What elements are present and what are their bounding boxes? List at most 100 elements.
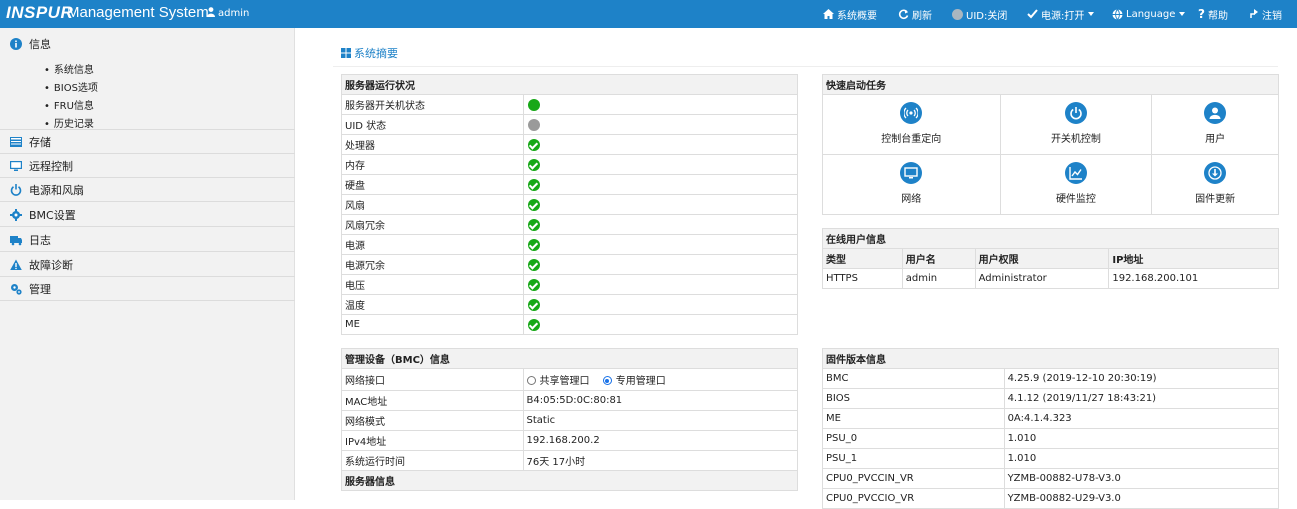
quick-task-label: 硬件监控 [1055, 194, 1096, 205]
sidebar-item-remote-control[interactable]: 远程控制 [0, 154, 295, 178]
sidebar-item-bmc-settings[interactable]: BMC设置 [0, 203, 295, 227]
user-ip: 192.168.200.101 [1108, 268, 1279, 289]
network-interface-label: 网络接口 [341, 368, 524, 391]
status-label: 风扇 [341, 194, 524, 215]
question-icon: ? [1198, 7, 1205, 21]
check-circle-icon [527, 258, 540, 271]
quick-task-console-redirect[interactable]: 控制台重定向 [822, 94, 1001, 155]
monitor-icon [10, 160, 22, 171]
bmc-field-label: MAC地址 [341, 390, 524, 411]
current-user-name: admin [218, 8, 250, 19]
status-on-icon [527, 98, 540, 111]
firmware-component: PSU_1 [822, 448, 1005, 469]
status-value [522, 134, 799, 155]
firmware-version: YZMB-00882-U29-V3.0 [1003, 488, 1280, 509]
sidebar-item-diagnostics-label: 故障诊断 [29, 258, 73, 272]
status-row: 电源 [341, 234, 799, 255]
nav-language-label: Language [1126, 8, 1176, 20]
globe-icon [1112, 8, 1123, 20]
table-row: IPv4地址 192.168.200.2 [341, 430, 799, 451]
quick-tasks-title: 快速启动任务 [822, 74, 1279, 95]
sidebar-item-log-label: 日志 [29, 233, 51, 247]
dedicated-port-radio[interactable]: 专用管理口 [602, 376, 666, 387]
sidebar-item-diagnostics[interactable]: 故障诊断 [0, 253, 295, 277]
quick-task-users[interactable]: 用户 [1151, 94, 1279, 155]
bmc-field-label: 网络模式 [341, 410, 524, 431]
quick-tasks-table: 快速启动任务 控制台重定向 开关机控制 用户 网络 硬件监控 固件更新 [822, 74, 1279, 215]
column-header: 类型 [822, 248, 903, 269]
sidebar-sub-fru-info[interactable]: FRU信息 [44, 97, 94, 112]
sidebar-item-info[interactable]: 信息 [0, 32, 295, 56]
check-circle-icon [527, 318, 540, 331]
status-row: ME [341, 314, 799, 335]
bmc-field-value: 76天 17小时 [522, 450, 799, 471]
status-row: 风扇 [341, 194, 799, 215]
status-value [522, 254, 799, 275]
nav-logout-label: 注销 [1262, 10, 1282, 22]
user-icon [1204, 102, 1227, 124]
quick-task-label: 控制台重定向 [881, 134, 942, 145]
column-header: 用户名 [901, 248, 976, 269]
quick-task-firmware-update[interactable]: 固件更新 [1151, 154, 1279, 215]
nav-overview[interactable]: 系统概要 [823, 0, 877, 28]
current-user[interactable]: admin [207, 7, 249, 19]
status-row: 硬盘 [341, 174, 799, 195]
sidebar-item-management[interactable]: 管理 [0, 277, 295, 301]
status-value [522, 274, 799, 295]
bmc-field-label: IPv4地址 [341, 430, 524, 451]
home-icon [823, 9, 834, 19]
sidebar-item-storage[interactable]: 存储 [0, 130, 295, 154]
sidebar-item-power-fan[interactable]: 电源和风扇 [0, 178, 295, 202]
status-row: 电源冗余 [341, 254, 799, 275]
nav-refresh[interactable]: 刷新 [898, 0, 932, 28]
shared-port-radio[interactable]: 共享管理口 [526, 376, 590, 387]
top-bar: INSPUR Management System admin 系统概要 刷新 U… [0, 0, 1297, 28]
status-label: 处理器 [341, 134, 524, 155]
check-circle-icon [527, 298, 540, 311]
server-status-title: 服务器运行状况 [341, 74, 798, 95]
quick-task-network[interactable]: 网络 [822, 154, 1001, 215]
sidebar-sub-history[interactable]: 历史记录 [44, 115, 94, 130]
user-icon [207, 7, 215, 17]
bmc-info-table: 管理设备（BMC）信息 网络接口 共享管理口 专用管理口 MAC地址 B4:05:… [341, 348, 799, 491]
power-icon [10, 183, 22, 196]
status-label: 风扇冗余 [341, 214, 524, 235]
check-circle-icon [527, 178, 540, 191]
log-icon [10, 235, 22, 245]
radio-icon [526, 376, 536, 385]
user-privilege: Administrator [974, 268, 1110, 289]
nav-power-dropdown[interactable]: 电源:打开 [1027, 0, 1095, 28]
quick-task-label: 开关机控制 [1050, 134, 1101, 145]
sidebar-sub-bios-options[interactable]: BIOS选项 [44, 79, 98, 94]
quick-task-power-control[interactable]: 开关机控制 [999, 94, 1153, 155]
server-info-title: 服务器信息 [341, 470, 798, 491]
status-value [522, 154, 799, 175]
status-value [522, 114, 799, 135]
status-row: 服务器开关机状态 [341, 94, 799, 115]
grid-icon [341, 48, 351, 58]
firmware-version: 1.010 [1003, 448, 1280, 469]
firmware-component: PSU_0 [822, 428, 1005, 449]
storage-icon [10, 136, 22, 147]
nav-language-dropdown[interactable]: Language [1112, 0, 1186, 28]
quick-task-hardware-monitor[interactable]: 硬件监控 [999, 154, 1153, 215]
status-label: 电源冗余 [341, 254, 524, 275]
status-label: 内存 [341, 154, 524, 175]
sidebar-item-log[interactable]: 日志 [0, 228, 295, 252]
status-row: 风扇冗余 [341, 214, 799, 235]
nav-uid[interactable]: UID:关闭 [952, 0, 1007, 28]
nav-help[interactable]: ? 帮助 [1198, 0, 1228, 28]
warning-icon [10, 259, 22, 270]
nav-logout[interactable]: 注销 [1249, 0, 1282, 28]
status-value [522, 314, 799, 335]
gears-icon [11, 283, 22, 295]
table-row: PSU_1 1.010 [822, 448, 1280, 469]
gear-icon [10, 208, 22, 221]
sidebar-sub-system-info[interactable]: 系统信息 [44, 61, 94, 76]
bmc-field-value: 192.168.200.2 [522, 430, 799, 451]
chart-icon [1064, 162, 1087, 184]
status-value [522, 194, 799, 215]
user-name: admin [901, 268, 976, 289]
chevron-down-icon [1088, 12, 1095, 16]
firmware-version: 4.25.9 (2019-12-10 20:30:19) [1003, 368, 1280, 389]
